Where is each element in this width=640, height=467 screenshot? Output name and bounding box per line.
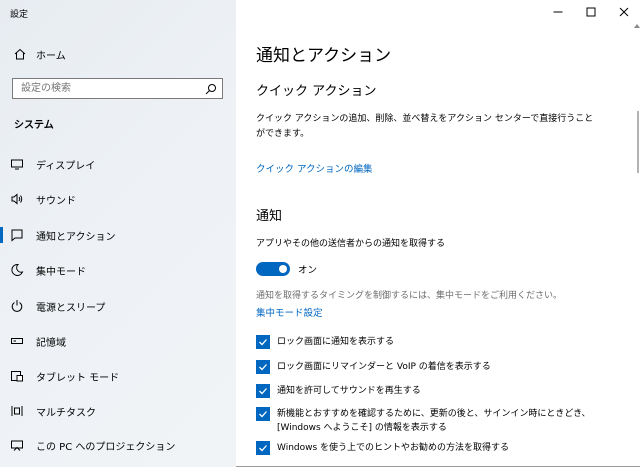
quick-actions-heading: クイック アクション	[256, 84, 377, 99]
selection-indicator	[0, 227, 3, 243]
notification-icon	[10, 228, 24, 242]
sidebar-item-label: 通知とアクション	[36, 231, 116, 243]
toggle-knob	[279, 265, 287, 273]
sidebar-item-storage[interactable]: 記憶域	[0, 326, 236, 356]
app-title: 設定	[10, 10, 29, 20]
sidebar-item-label: 記憶域	[36, 337, 66, 349]
sidebar-item-sound[interactable]: サウンド	[0, 184, 236, 214]
speaker-icon	[10, 192, 24, 206]
maximize-icon	[586, 7, 595, 17]
storage-icon	[10, 334, 24, 348]
checkbox-checked-icon[interactable]	[256, 384, 270, 398]
home-icon	[14, 48, 26, 60]
home-label: ホーム	[36, 50, 66, 62]
checkbox-checked-icon[interactable]	[256, 441, 270, 455]
checkbox-lock-screen-reminders[interactable]: ロック画面にリマインダーと VoIP の着信を表示する	[256, 360, 613, 374]
checkbox-label: ロック画面にリマインダーと VoIP の着信を表示する	[277, 362, 491, 372]
checkbox-checked-icon[interactable]	[256, 335, 270, 349]
focus-settings-link[interactable]: 集中モード設定	[256, 305, 323, 319]
sidebar-item-label: マルチタスク	[36, 407, 96, 419]
sidebar-item-label: タブレット モード	[36, 372, 120, 384]
checkbox-checked-icon[interactable]	[256, 407, 270, 421]
section-title: システム	[14, 120, 54, 131]
power-icon	[10, 299, 24, 313]
close-icon	[619, 7, 628, 17]
toggle-state-label: オン	[298, 265, 318, 276]
display-icon	[10, 157, 24, 171]
home-nav[interactable]: ホーム	[14, 44, 66, 64]
multitask-icon	[10, 404, 24, 418]
sidebar-item-label: ディスプレイ	[36, 160, 96, 172]
minimize-button[interactable]	[541, 0, 574, 24]
notifications-toggle[interactable]	[256, 262, 290, 276]
checkbox-label: 通知を許可してサウンドを再生する	[277, 386, 421, 396]
projection-icon	[10, 438, 24, 452]
edit-quick-actions-link[interactable]: クイック アクションの編集	[256, 161, 373, 175]
checkbox-tips[interactable]: Windows を使う上でのヒントやお勧めの方法を取得する	[256, 441, 613, 455]
title-bar-controls	[541, 0, 640, 24]
focus-description: 通知を取得するタイミングを制御するには、集中モードをご利用ください。	[256, 291, 563, 301]
settings-search[interactable]	[12, 78, 223, 99]
scroll-up-arrow-icon[interactable]	[634, 24, 640, 28]
notifications-heading: 通知	[256, 209, 283, 224]
checkbox-label: 新機能とおすすめを確認するために、更新の後と、サインイン時にときどき、[Wind…	[277, 409, 591, 433]
maximize-button[interactable]	[574, 0, 607, 24]
sidebar-item-notifications[interactable]: 通知とアクション	[0, 220, 236, 250]
tablet-icon	[10, 369, 24, 383]
sidebar-item-power[interactable]: 電源とスリープ	[0, 291, 236, 321]
sidebar-item-focus[interactable]: 集中モード	[0, 255, 236, 285]
checkbox-label: ロック画面に通知を表示する	[277, 337, 395, 347]
search-input[interactable]	[13, 78, 204, 99]
sidebar-item-display[interactable]: ディスプレイ	[0, 149, 236, 179]
sidebar-item-multitask[interactable]: マルチタスク	[0, 396, 236, 426]
close-button[interactable]	[607, 0, 640, 24]
moon-icon	[10, 263, 24, 277]
sidebar-item-label: 集中モード	[36, 266, 86, 278]
minimize-icon	[553, 11, 562, 13]
checkbox-checked-icon[interactable]	[256, 360, 270, 374]
search-icon[interactable]	[204, 82, 218, 96]
sidebar-item-label: 電源とスリープ	[36, 302, 106, 314]
sidebar-item-tablet[interactable]: タブレット モード	[0, 361, 236, 391]
checkbox-notification-sounds[interactable]: 通知を許可してサウンドを再生する	[256, 384, 613, 398]
page-title: 通知とアクション	[256, 46, 392, 66]
quick-actions-description: クイック アクションの追加、削除、並べ替えをアクション センターで直接行うことが…	[256, 114, 594, 139]
checkbox-label: Windows を使う上でのヒントやお勧めの方法を取得する	[277, 443, 510, 453]
sidebar-item-label: サウンド	[36, 195, 76, 207]
checkbox-lock-screen-notifications[interactable]: ロック画面に通知を表示する	[256, 335, 613, 349]
scrollbar-thumb[interactable]	[637, 111, 639, 173]
sidebar: 設定 ホーム システム ディスプレイ サウンド 通知とアクション	[0, 0, 236, 467]
checkbox-welcome-experience[interactable]: 新機能とおすすめを確認するために、更新の後と、サインイン時にときどき、[Wind…	[256, 407, 613, 435]
get-notifications-label: アプリやその他の送信者からの通知を取得する	[256, 239, 446, 249]
sidebar-item-projection[interactable]: この PC へのプロジェクション	[0, 430, 236, 460]
scrollbar[interactable]	[634, 24, 640, 467]
sidebar-item-label: この PC へのプロジェクション	[36, 441, 176, 453]
main-content: 通知とアクション クイック アクション クイック アクションの追加、削除、並べ替…	[236, 0, 640, 467]
